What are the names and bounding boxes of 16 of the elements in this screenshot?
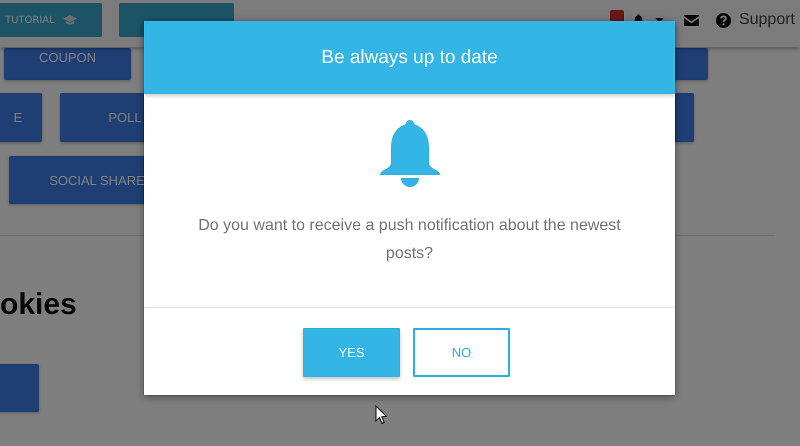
dialog-message: Do you want to receive a push notification about the newest posts? — [197, 216, 622, 264]
mouse-cursor-icon — [375, 405, 387, 425]
action-button[interactable]: E — [0, 93, 42, 142]
notification-badge — [610, 10, 624, 22]
coupon-button[interactable]: COUPON — [4, 48, 131, 80]
yes-button[interactable]: YES — [303, 328, 400, 377]
nav-button[interactable]: TUTORIAL — [0, 3, 102, 37]
dialog-title: Be always up to date — [321, 46, 498, 68]
support-label[interactable]: Support — [738, 11, 795, 29]
help-icon — [716, 12, 731, 28]
no-button[interactable]: NO — [413, 328, 510, 377]
bell-icon — [380, 120, 440, 188]
envelope-icon[interactable] — [684, 14, 699, 26]
section-heading: okies — [0, 288, 78, 322]
support-link[interactable]: Support — [716, 11, 795, 29]
graduation-cap-icon — [62, 15, 77, 25]
